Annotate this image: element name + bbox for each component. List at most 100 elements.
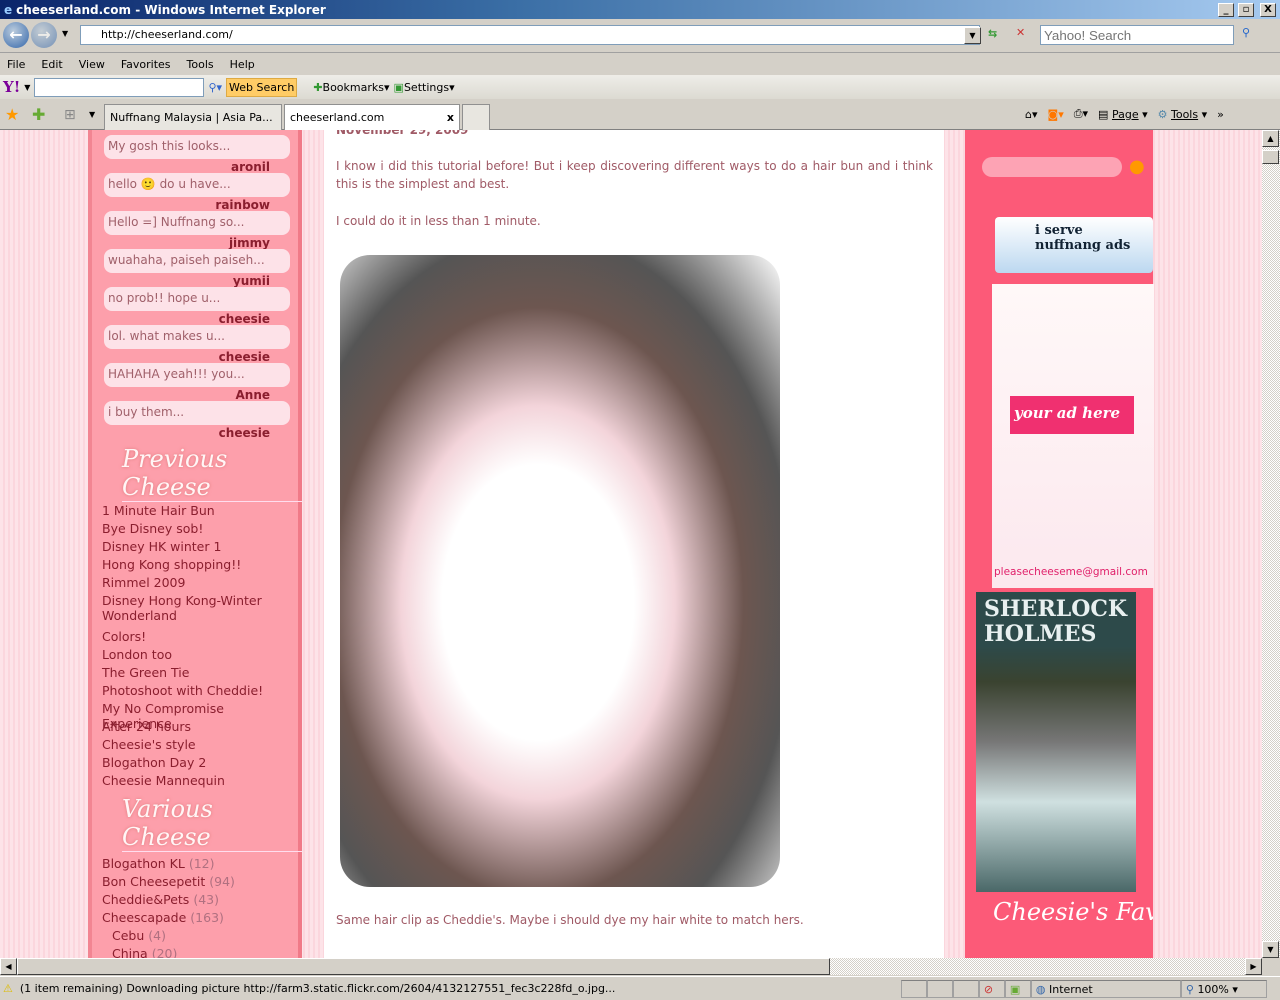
category-link[interactable]: China (20) (112, 946, 177, 958)
status-pane (926, 979, 953, 998)
music-icon[interactable]: ● (1129, 156, 1145, 177)
post-content: November 29, 2009 I know i did this tuto… (324, 130, 944, 958)
previous-post-link[interactable]: Colors! (102, 629, 294, 644)
menu-file[interactable]: File (7, 58, 25, 72)
menu-edit[interactable]: Edit (41, 58, 62, 72)
category-count: (12) (188, 856, 215, 871)
settings-button[interactable]: ▣Settings▾ (394, 81, 455, 94)
sherlock-holmes-ad[interactable]: SHERLOCK HOLMES (976, 592, 1136, 892)
hscroll-thumb[interactable] (17, 958, 830, 975)
shout-message: hello 🙂 do u have... (104, 173, 290, 197)
previous-post-link[interactable]: The Green Tie (102, 665, 294, 680)
previous-post-link[interactable]: London too (102, 647, 294, 662)
shout-author[interactable]: rainbow (215, 198, 270, 212)
menu-favorites[interactable]: Favorites (121, 58, 171, 72)
zoom-level: 100% (1197, 982, 1229, 996)
popup-blocked-icon[interactable]: ⊘ (978, 979, 1005, 998)
url-dropdown-button[interactable]: ▼ (964, 27, 981, 44)
new-tab-button[interactable] (462, 104, 490, 130)
post-photo[interactable] (340, 255, 780, 887)
previous-post-link[interactable]: Hong Kong shopping!! (102, 557, 294, 572)
add-favorite-icon[interactable]: ✚ (32, 105, 45, 124)
shout-author[interactable]: yumii (233, 274, 270, 288)
category-link[interactable]: Cheddie&Pets (43) (102, 892, 219, 907)
category-count: (43) (193, 892, 219, 907)
scroll-right-button[interactable]: ▶ (1245, 958, 1262, 975)
stop-icon[interactable]: ✕ (1016, 26, 1025, 39)
menu-tools[interactable]: Tools (187, 58, 214, 72)
forward-button[interactable]: → (31, 22, 57, 48)
search-icon[interactable]: ⚲ (1242, 26, 1250, 39)
category-link[interactable]: Cebu (4) (112, 928, 166, 943)
web-search-button[interactable]: Web Search (226, 77, 298, 97)
minimize-button[interactable]: _ (1218, 2, 1234, 17)
status-pane (952, 979, 979, 998)
tab-cheeserland[interactable]: cheeserland.com x (284, 104, 460, 130)
horizontal-scrollbar[interactable]: ◀ ▶ (0, 958, 1262, 975)
menu-view[interactable]: View (79, 58, 105, 72)
nuffnang-badge[interactable]: i serve nuffnang ads (995, 217, 1153, 273)
page-menu[interactable]: ▤ Page ▾ (1098, 108, 1148, 121)
bookmarks-button[interactable]: ✚Bookmarks▾ (313, 81, 389, 94)
print-icon[interactable]: ⎙▾ (1074, 107, 1088, 121)
category-link[interactable]: Cheescapade (163) (102, 910, 224, 925)
url-input[interactable]: http://cheeserland.com/ (80, 25, 980, 45)
previous-post-link[interactable]: Rimmel 2009 (102, 575, 294, 590)
ad-banner[interactable]: your ad here pleasecheeseme@gmail.com (992, 284, 1154, 588)
rss-feed-icon[interactable]: ◙▾ (1048, 108, 1064, 121)
scroll-up-button[interactable]: ▲ (1262, 130, 1279, 147)
chevron-down-icon[interactable]: ▼ (24, 83, 30, 92)
yahoo-logo[interactable]: Y! (3, 78, 20, 96)
tab-close-icon[interactable]: x (447, 111, 454, 124)
scroll-thumb[interactable] (1262, 150, 1279, 164)
previous-post-link[interactable]: Disney Hong Kong-Winter Wonderland (102, 593, 294, 623)
previous-post-link[interactable]: Disney HK winter 1 (102, 539, 294, 554)
shout-author[interactable]: cheesie (219, 426, 270, 440)
tab-list-dropdown[interactable]: ▼ (89, 110, 95, 119)
favorites-star-icon[interactable]: ★ (5, 105, 19, 124)
search-icon[interactable]: ⚲▾ (208, 81, 222, 94)
bookmark-icon: ✚ (313, 80, 323, 94)
previous-post-link[interactable]: 1 Minute Hair Bun (102, 503, 294, 518)
address-bar: ← → ▼ http://cheeserland.com/ ▼ ⇆ ✕ ⚲ (0, 19, 1280, 53)
previous-post-link[interactable]: Cheesie's style (102, 737, 294, 752)
scroll-left-button[interactable]: ◀ (0, 958, 17, 975)
tab-nuffnang[interactable]: Nuffnang Malaysia | Asia Pa... (104, 104, 282, 130)
tools-menu[interactable]: ⚙ Tools ▾ (1158, 108, 1208, 121)
vertical-scrollbar[interactable]: ▲ ▼ (1262, 130, 1280, 958)
maximize-button[interactable]: ▫ (1238, 2, 1254, 17)
category-link[interactable]: Bon Cheesepetit (94) (102, 874, 235, 889)
category-link[interactable]: Blogathon KL (12) (102, 856, 214, 871)
back-button[interactable]: ← (3, 22, 29, 48)
search-input[interactable] (1040, 25, 1234, 45)
shout-message: wuahaha, paiseh paiseh... (104, 249, 290, 273)
shout-author[interactable]: jimmy (229, 236, 270, 250)
previous-post-link[interactable]: After 24 hours (102, 719, 294, 734)
shout-author[interactable]: aronil (231, 160, 270, 174)
menu-help[interactable]: Help (230, 58, 255, 72)
shout-author[interactable]: cheesie (219, 312, 270, 326)
security-zone[interactable]: ◍ Internet (1030, 979, 1181, 998)
zoom-control[interactable]: ⚲ 100% ▾ (1180, 979, 1267, 998)
close-button[interactable]: X (1260, 2, 1276, 17)
shout-author[interactable]: Anne (235, 388, 270, 402)
previous-post-link[interactable]: Cheesie Mannequin (102, 773, 294, 788)
scroll-down-button[interactable]: ▼ (1262, 941, 1279, 958)
refresh-icon[interactable]: ⇆ (988, 27, 997, 40)
home-icon[interactable]: ⌂▾ (1025, 108, 1038, 121)
warning-icon: ⚠ (3, 982, 13, 995)
previous-post-link[interactable]: Bye Disney sob! (102, 521, 294, 536)
music-player-bar[interactable] (982, 157, 1122, 177)
protected-mode-icon[interactable]: ▣ (1004, 979, 1031, 998)
previous-post-link[interactable]: Blogathon Day 2 (102, 755, 294, 770)
previous-post-link[interactable]: Photoshoot with Cheddie! (102, 683, 294, 698)
more-commands-button[interactable]: » (1217, 108, 1224, 121)
history-dropdown-icon[interactable]: ▼ (62, 29, 68, 38)
shout-author[interactable]: cheesie (219, 350, 270, 364)
category-name: China (112, 946, 148, 958)
category-count: (163) (190, 910, 224, 925)
web-page: My gosh this looks... aronil hello 🙂 do u … (0, 130, 1262, 958)
ad-email[interactable]: pleasecheeseme@gmail.com (994, 566, 1148, 578)
yahoo-search-input[interactable] (34, 77, 205, 97)
quick-tabs-icon[interactable]: ⊞ (64, 107, 76, 123)
